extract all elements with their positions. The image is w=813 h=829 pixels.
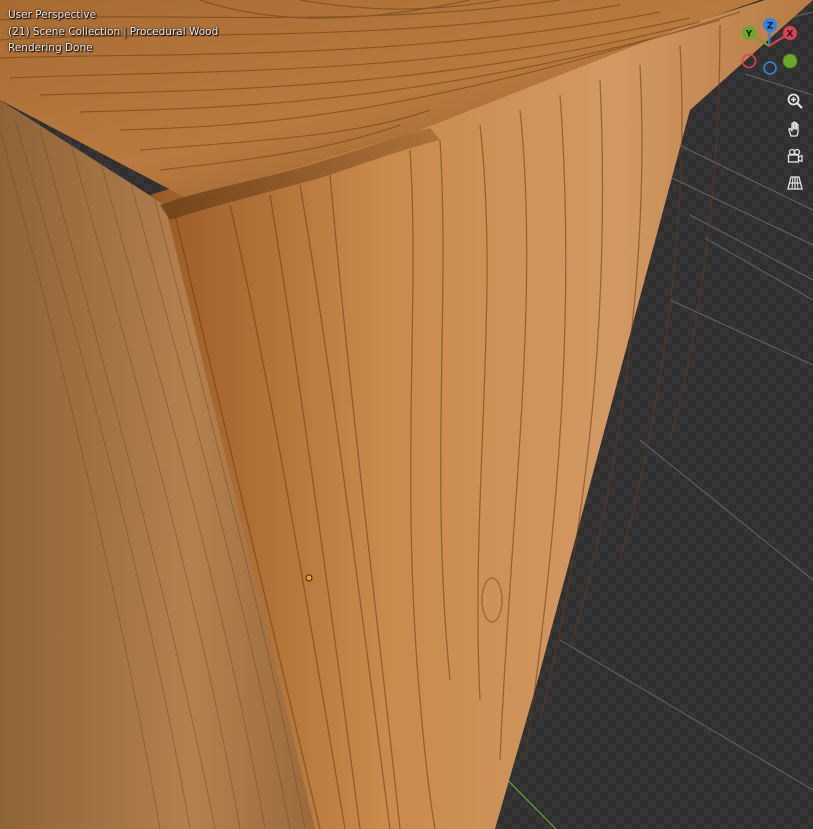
gizmo-z-label: Z	[767, 22, 774, 32]
gizmo-neg-z	[763, 61, 777, 75]
active-object-label: Procedural Wood	[129, 26, 219, 38]
gizmo-neg-x	[741, 53, 757, 69]
gizmo-y-label: Y	[745, 30, 753, 40]
perspective-toggle-button[interactable]	[783, 171, 807, 195]
gizmo-neg-y	[782, 53, 798, 69]
pan-button[interactable]	[783, 117, 807, 141]
view-name-label: User Perspective	[8, 9, 97, 21]
zoom-button[interactable]	[783, 89, 807, 113]
hand-icon	[788, 121, 799, 137]
grid-perspective-icon	[787, 176, 803, 190]
camera-view-button[interactable]	[783, 144, 807, 168]
camera-icon	[787, 148, 803, 163]
frame-collection-label: (21) Scene Collection	[8, 26, 121, 38]
viewport-scene	[0, 0, 813, 829]
render-status-label: Rendering Done	[8, 42, 93, 54]
separator: |	[123, 26, 127, 38]
wood-block	[0, 0, 813, 829]
gizmo-x-label: X	[787, 30, 794, 40]
object-origin-dot	[305, 574, 313, 582]
3d-viewport[interactable]: User Perspective (21) Scene Collection | P…	[0, 0, 813, 829]
magnifier-plus-icon	[787, 93, 803, 109]
collection-object-label: (21) Scene Collection | Procedural Wood	[8, 26, 218, 38]
navigation-gizmo[interactable]: Z Y X	[735, 14, 805, 78]
